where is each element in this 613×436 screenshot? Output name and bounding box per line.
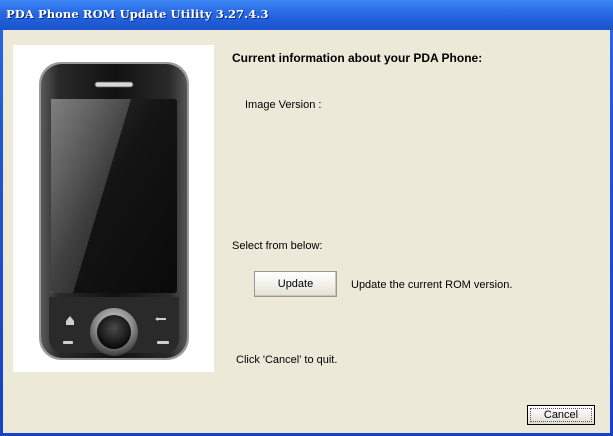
quit-hint: Click 'Cancel' to quit. (236, 354, 338, 366)
title-bar[interactable]: PDA Phone ROM Update Utility 3.27.4.3 (0, 0, 613, 30)
update-button-label: Update (277, 278, 314, 290)
cancel-button-label: Cancel (543, 409, 579, 421)
pda-phone-image (13, 45, 214, 372)
update-button[interactable]: Update (254, 271, 337, 297)
cancel-button[interactable]: Cancel (527, 405, 595, 425)
update-description: Update the current ROM version. (351, 279, 513, 291)
window-title: PDA Phone ROM Update Utility 3.27.4.3 (6, 7, 269, 21)
phone-illustration (39, 62, 189, 360)
dialog-client-area: Current information about your PDA Phone… (3, 30, 610, 433)
select-prompt: Select from below: (232, 240, 323, 252)
image-version-label: Image Version : (245, 99, 322, 111)
app-window: PDA Phone ROM Update Utility 3.27.4.3 Cu… (0, 0, 613, 436)
phone-info-heading: Current information about your PDA Phone… (232, 51, 483, 65)
